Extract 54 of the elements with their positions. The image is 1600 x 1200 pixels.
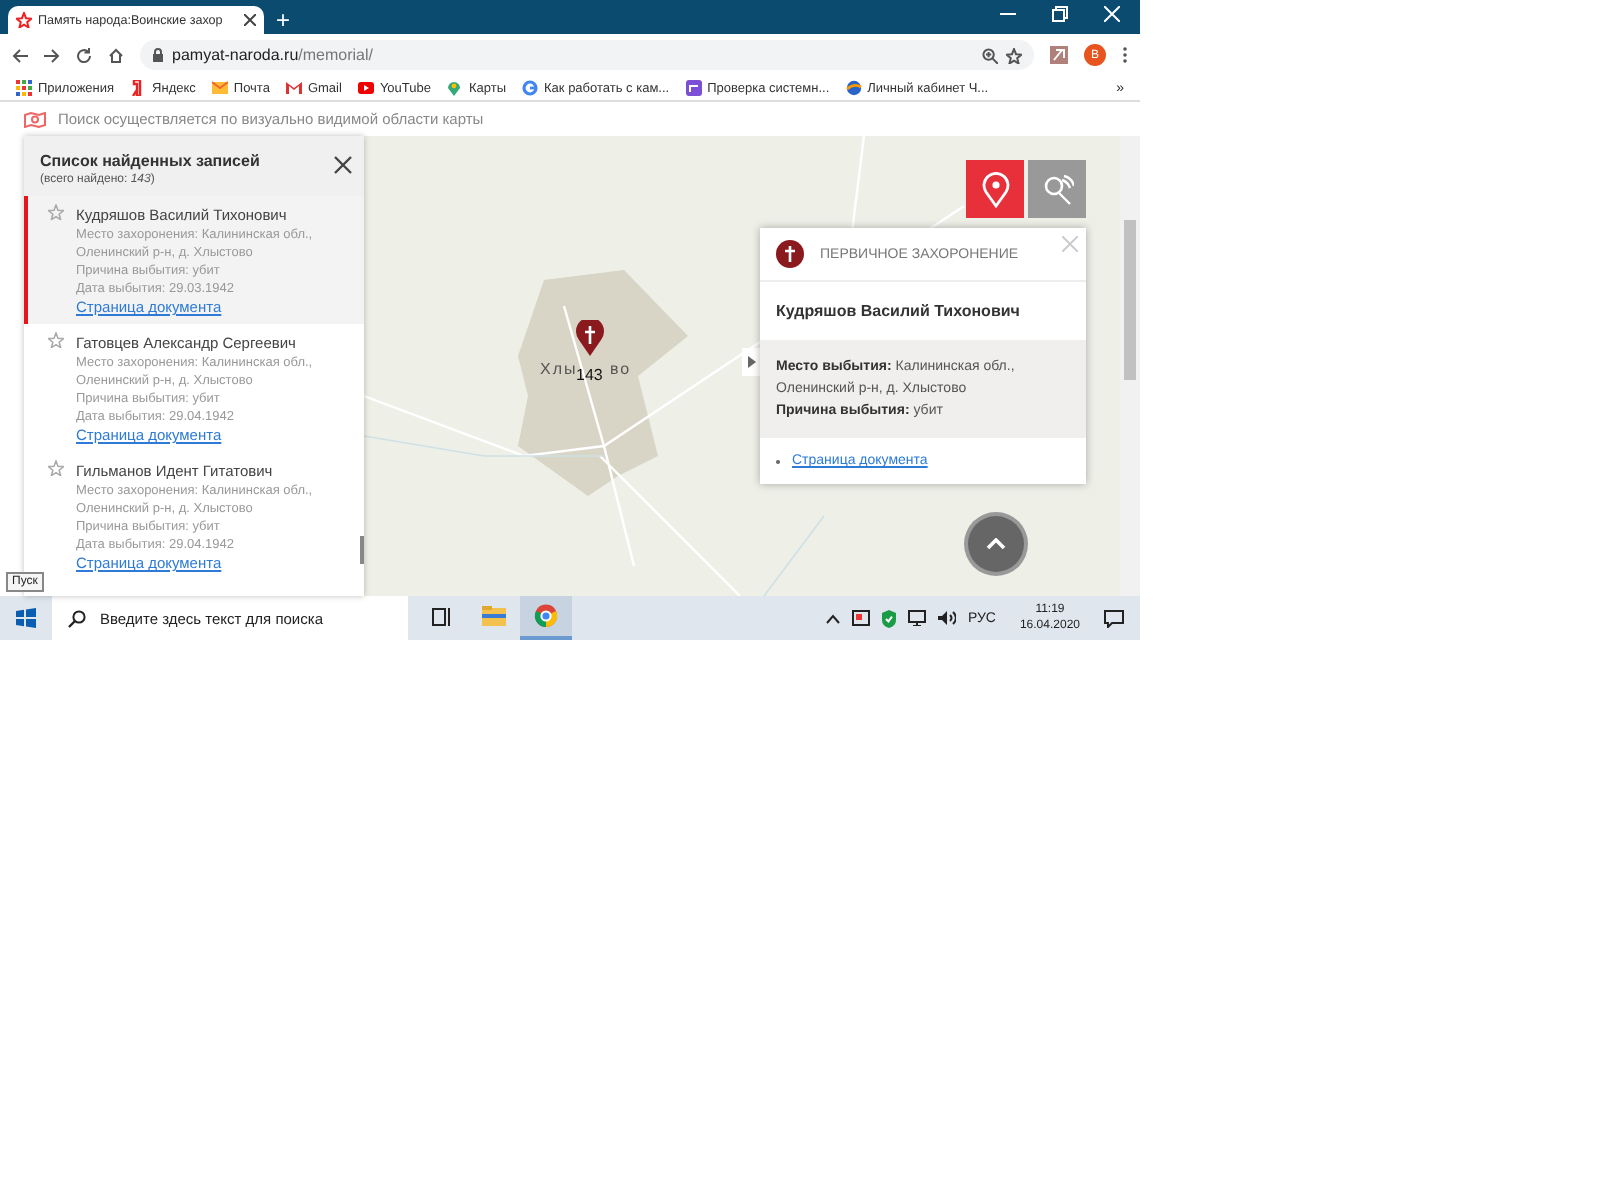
satellite-icon [1041, 173, 1073, 205]
arrow-icon [747, 356, 755, 368]
shield-icon[interactable] [881, 609, 896, 627]
folder-icon[interactable] [482, 606, 506, 626]
star-icon[interactable] [48, 204, 64, 220]
envelope-icon [211, 80, 228, 96]
task-view-icon[interactable] [432, 607, 452, 625]
chevron-up-icon [986, 538, 1006, 550]
reload-icon[interactable] [76, 47, 92, 63]
url-text: pamyat-naroda.ru/memorial/ [172, 46, 373, 64]
home-icon[interactable] [108, 47, 124, 63]
restore-icon[interactable] [1052, 5, 1068, 21]
map-search-icon [24, 111, 46, 127]
letter-icon [130, 80, 147, 96]
scrollbar[interactable] [1120, 136, 1140, 596]
panel-toggle-button[interactable] [742, 348, 760, 376]
forward-icon[interactable] [44, 47, 60, 63]
zoom-icon[interactable] [982, 47, 998, 63]
chrome-icon[interactable] [534, 604, 558, 628]
back-icon[interactable] [12, 47, 28, 63]
scrollbar[interactable] [360, 536, 364, 564]
lock-icon [152, 48, 164, 62]
place-label: Хлы [540, 360, 578, 378]
windows-start-icon[interactable] [16, 608, 36, 628]
place-label: во [610, 360, 632, 378]
star-icon[interactable] [48, 460, 64, 476]
burial-count: 143 [576, 366, 603, 384]
apps-icon [16, 80, 32, 96]
address-bar[interactable]: pamyat-naroda.ru/memorial/ [140, 40, 1034, 70]
speaker-icon[interactable] [937, 610, 956, 626]
device-icon[interactable] [851, 610, 870, 626]
person-name: Кудряшов Василий Тихонович [774, 300, 1022, 324]
map-pin-icon [446, 80, 463, 96]
map-pin-icon [981, 171, 1009, 207]
cross-icon [776, 240, 804, 268]
cemetery-marker-icon[interactable] [576, 320, 604, 356]
chevron-up-icon[interactable] [825, 613, 840, 623]
map-mode-button[interactable] [966, 160, 1024, 218]
notification-icon[interactable] [1104, 609, 1124, 627]
envelope-icon [285, 80, 302, 96]
panel-title: Список найденных записей [40, 152, 262, 170]
star-icon [16, 12, 32, 28]
google-icon [522, 80, 539, 96]
extension-icon[interactable] [1050, 46, 1068, 64]
star-icon[interactable] [1006, 47, 1022, 63]
map-mode-button[interactable] [1028, 160, 1086, 218]
search-icon [68, 609, 86, 627]
scroll-up-button[interactable] [968, 516, 1024, 572]
menu-icon[interactable] [1122, 46, 1128, 64]
close-icon[interactable] [334, 156, 352, 174]
new-tab-button[interactable]: + [276, 6, 291, 34]
close-icon[interactable] [244, 14, 256, 26]
star-icon[interactable] [48, 332, 64, 348]
globe-icon [845, 80, 862, 96]
